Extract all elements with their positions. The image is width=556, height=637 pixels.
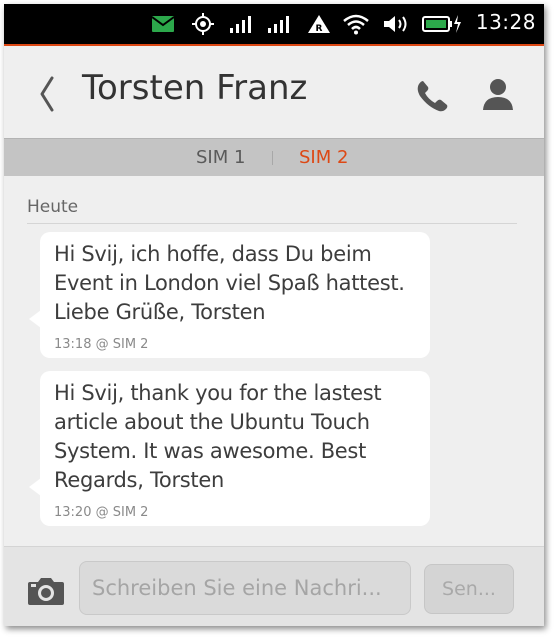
message-meta: 13:20 @ SIM 2	[54, 505, 149, 520]
message-icon[interactable]	[150, 12, 176, 36]
contact-icon[interactable]	[480, 76, 516, 112]
signal-2-icon	[266, 12, 292, 36]
signal-1-icon	[228, 12, 254, 36]
sim-selector: SIM 1 SIM 2	[4, 138, 544, 176]
status-bar: R 13:28	[4, 4, 544, 44]
message-text: Hi Svij, thank you for the lastest artic…	[54, 381, 382, 492]
day-label: Heute	[27, 197, 79, 217]
gps-icon	[190, 12, 216, 36]
sim-tab-2[interactable]: SIM 2	[299, 147, 348, 168]
sim-separator	[272, 151, 273, 165]
phone-screen: R 13:28 Torsten Franz SIM 1 SIM 2 Heute	[4, 4, 544, 626]
day-divider	[27, 223, 517, 224]
svg-text:R: R	[316, 24, 323, 34]
phone-icon[interactable]	[414, 78, 450, 114]
message-bubble[interactable]: Hi Svij, thank you for the lastest artic…	[29, 371, 430, 526]
message-meta: 13:18 @ SIM 2	[54, 337, 149, 352]
camera-icon[interactable]	[26, 575, 66, 607]
status-clock: 13:28	[475, 10, 536, 34]
message-bubble[interactable]: Hi Svij, ich hoffe, dass Du beim Event i…	[29, 232, 430, 358]
volume-icon	[382, 12, 410, 36]
message-text: Hi Svij, ich hoffe, dass Du beim Event i…	[54, 242, 405, 324]
back-chevron-icon[interactable]	[34, 74, 60, 114]
battery-charging-icon	[422, 12, 462, 36]
message-composer: Sen...	[4, 546, 544, 626]
sim-tab-1[interactable]: SIM 1	[196, 147, 245, 168]
message-input[interactable]	[79, 561, 411, 615]
roaming-icon: R	[306, 12, 332, 36]
conversation-header: Torsten Franz	[4, 46, 544, 138]
send-button[interactable]: Sen...	[424, 564, 514, 614]
contact-name: Torsten Franz	[82, 68, 308, 108]
wifi-icon	[342, 12, 370, 36]
